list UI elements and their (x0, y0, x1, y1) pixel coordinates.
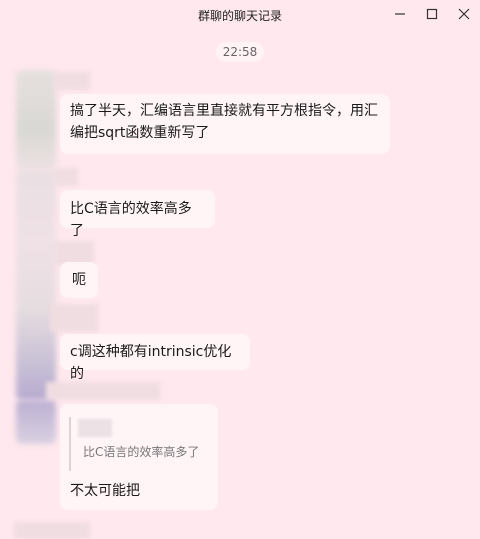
avatar[interactable] (16, 170, 56, 400)
minimize-button[interactable] (388, 4, 412, 24)
maximize-button[interactable] (420, 4, 444, 24)
sender-name (54, 72, 90, 90)
reply-message-bubble[interactable]: 比C语言的效率高多了 不太可能把 (60, 404, 218, 510)
close-icon (458, 8, 470, 20)
sender-name (46, 382, 160, 400)
close-button[interactable] (452, 4, 476, 24)
sender-name (50, 304, 98, 332)
message-bubble[interactable]: 搞了半天，汇编语言里直接就有平方根指令，用汇编把sqrt函数重新写了 (60, 94, 390, 154)
sender-name (54, 168, 78, 186)
message-bubble[interactable]: 呃 (60, 262, 98, 298)
timestamp: 22:58 (216, 42, 264, 62)
quoted-text: 比C语言的效率高多了 (83, 445, 200, 459)
reply-text: 不太可能把 (70, 483, 140, 499)
minimize-icon (395, 13, 405, 15)
title-bar: 群聊的聊天记录 (0, 0, 480, 30)
message-bubble[interactable]: 比C语言的效率高多了 (60, 190, 215, 239)
maximize-icon (426, 8, 438, 20)
avatar[interactable] (16, 70, 56, 170)
quoted-message[interactable]: 比C语言的效率高多了 (69, 417, 211, 471)
quoted-sender-name (78, 419, 112, 437)
message-bubble[interactable]: c调这种都有intrinsic优化的 (60, 334, 250, 382)
sender-name (14, 522, 90, 539)
avatar[interactable] (16, 400, 56, 444)
